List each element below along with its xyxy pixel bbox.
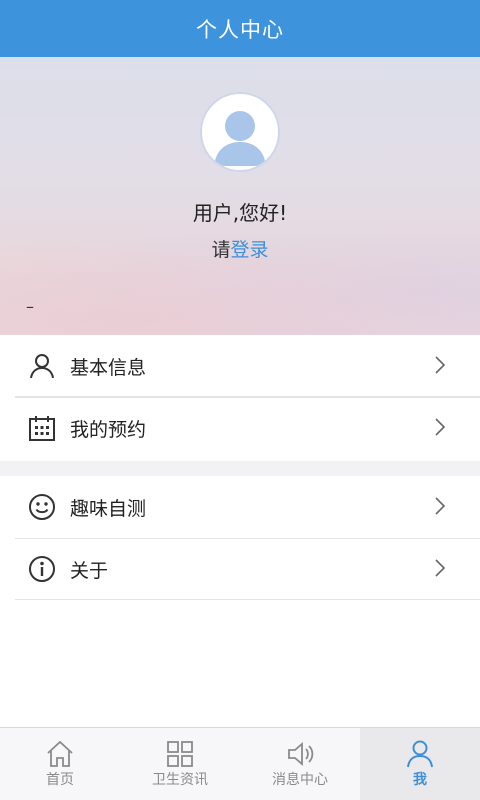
chevron-right-icon	[435, 497, 446, 515]
login-link[interactable]: 登录	[231, 239, 269, 261]
tab-message-center[interactable]: 消息中心	[240, 728, 360, 800]
grid-icon	[167, 741, 193, 767]
user-icon	[407, 740, 433, 768]
info-icon	[28, 555, 56, 583]
menu-item-fun-test[interactable]: 趣味自测	[0, 476, 480, 538]
tab-home[interactable]: 首页	[0, 728, 120, 800]
tab-label: 首页	[46, 772, 74, 788]
menu-group-misc: 趣味自测 关于	[0, 476, 480, 601]
menu-group-account: 基本信息 我的预约	[0, 335, 480, 461]
tab-label: 卫生资讯	[152, 772, 208, 788]
menu-item-my-appointments[interactable]: 我的预约	[0, 397, 480, 459]
tab-label: 我	[413, 772, 427, 788]
home-icon	[47, 740, 73, 767]
login-prompt: 请登录	[0, 235, 480, 262]
menu-item-label: 基本信息	[70, 356, 147, 379]
menu-item-label: 我的预约	[70, 418, 147, 441]
content-filler	[0, 601, 480, 727]
greeting-text: 用户,您好!	[192, 201, 288, 225]
menu-item-label: 趣味自测	[70, 497, 147, 520]
tab-label: 消息中心	[272, 772, 328, 788]
chevron-right-icon	[435, 356, 446, 374]
user-avatar-icon	[214, 111, 266, 166]
user-status-text: –	[26, 297, 34, 316]
menu-item-about[interactable]: 关于	[0, 538, 480, 600]
profile-header: 用户,您好! 请登录 –	[0, 57, 480, 335]
tab-me[interactable]: 我	[360, 728, 480, 800]
avatar[interactable]	[200, 92, 280, 172]
chevron-right-icon	[435, 418, 446, 436]
title-bar: 个人中心	[0, 0, 480, 57]
menu-item-basic-info[interactable]: 基本信息	[0, 335, 480, 397]
bottom-tab-bar: 首页 卫生资讯 消息中心 我	[0, 727, 480, 800]
user-icon	[28, 352, 56, 380]
calendar-icon	[28, 414, 56, 442]
menu-item-label: 关于	[70, 559, 109, 582]
login-prefix: 请	[211, 239, 231, 261]
chevron-right-icon	[435, 559, 446, 577]
page-title: 个人中心	[196, 17, 284, 42]
speaker-icon	[288, 742, 314, 766]
smile-icon	[28, 493, 56, 521]
tab-health-news[interactable]: 卫生资讯	[120, 728, 240, 800]
